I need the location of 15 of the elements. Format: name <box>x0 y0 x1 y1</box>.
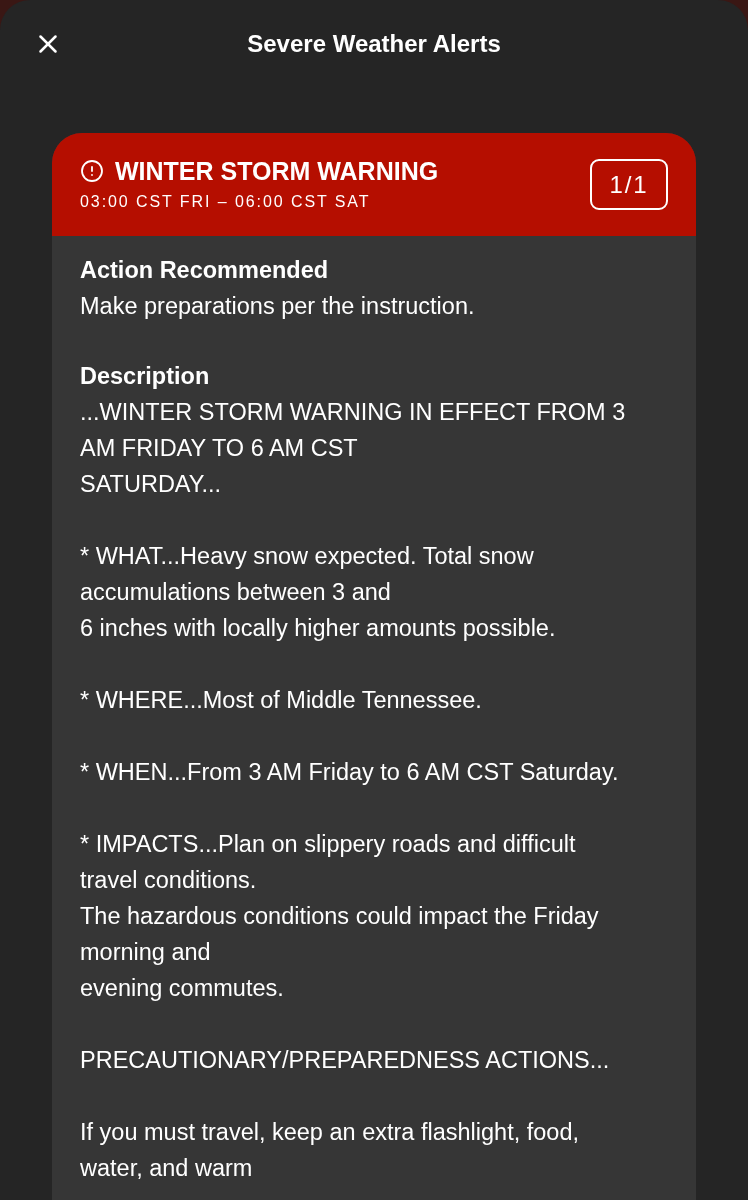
section-paragraph: * IMPACTS...Plan on slippery roads and difficult travel conditions. The hazardous conditions could impact the Friday morning and evening commutes. <box>80 830 600 1003</box>
section-paragraph: * WHEN...From 3 AM Friday to 6 AM CST Saturday. <box>80 758 620 787</box>
section-paragraph: Make preparations per the instruction. <box>80 292 476 321</box>
section-paragraph: PRECAUTIONARY/PREPAREDNESS ACTIONS... <box>80 1046 611 1075</box>
section-paragraph: * WHAT...Heavy snow expected. Total snow accumulations between 3 and 6 inches with locally higher amounts possible. <box>80 542 557 643</box>
alert-title: WINTER STORM WARNING <box>115 155 439 186</box>
section-paragraph: ...WINTER STORM WARNING IN EFFECT FROM 3 AM FRIDAY TO 6 AM CST SATURDAY... <box>80 398 627 499</box>
alert-time-range: 03:00 CST FRI – 06:00 CST SAT <box>80 191 372 212</box>
section-paragraph: * WHERE...Most of Middle Tennessee. <box>80 686 483 715</box>
alert-counter: 1/1 <box>590 159 668 210</box>
window-title: Severe Weather Alerts <box>247 29 501 59</box>
alert-icon <box>80 158 104 183</box>
section-paragraph: If you must travel, keep an extra flashlight, food, water, and warm <box>80 1118 580 1183</box>
section-heading: Action Recommended <box>80 256 330 285</box>
section-heading: Description <box>80 362 211 391</box>
